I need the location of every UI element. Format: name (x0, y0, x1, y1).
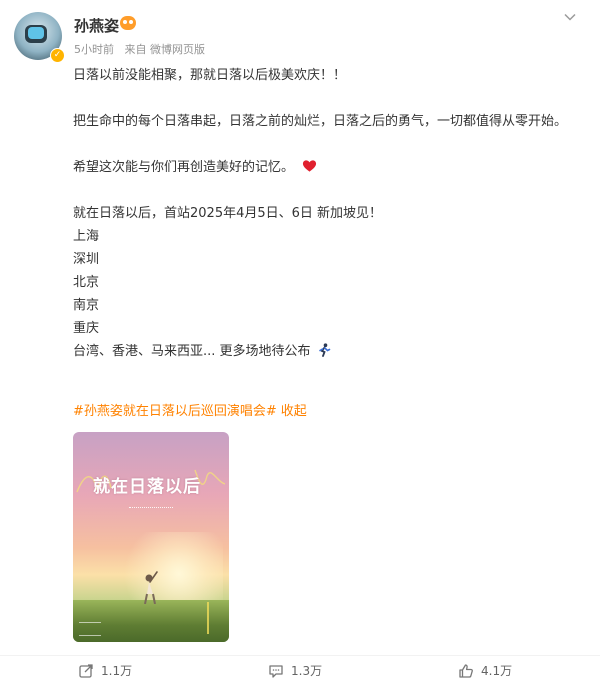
city-item: 上海 (73, 229, 100, 244)
comment-count: 1.3万 (291, 664, 323, 678)
like-count: 4.1万 (481, 664, 513, 678)
like-button[interactable]: 4.1万 (458, 662, 512, 679)
post-image[interactable]: 就在日落以后 (73, 432, 229, 642)
more-venues-text: 台湾、香港、马来西亚... 更多场地待公布 (73, 344, 311, 359)
member-badge-icon[interactable] (120, 16, 136, 30)
repost-icon (79, 663, 93, 678)
city-item: 重庆 (73, 321, 100, 336)
person-silhouette (144, 571, 158, 604)
poster-title: 就在日落以后 (93, 477, 201, 497)
post-paragraph: 就在日落以后，首站2025年4月5日、6日 新加坡见！ (73, 206, 383, 221)
post-paragraph-text: 希望这次能与你们再创造美好的记忆。 (73, 160, 295, 175)
verified-badge-icon: ✓ (50, 48, 65, 63)
collapse-link[interactable]: 收起 (281, 404, 307, 419)
username[interactable]: 孙燕姿 (74, 15, 119, 36)
city-item: 南京 (73, 298, 100, 313)
comment-button[interactable]: 1.3万 (268, 662, 322, 679)
heart-icon (302, 160, 317, 172)
topic-line: #孙燕姿就在日落以后巡回演唱会# 收起 (73, 400, 307, 419)
post-paragraph: 日落以前没能相聚，那就日落以后极美欢庆！！ (73, 68, 347, 83)
post-content: 日落以前没能相聚，那就日落以后极美欢庆！！ 把生命中的每个日落串起，日落之前的灿… (73, 64, 583, 363)
post-paragraph: 把生命中的每个日落串起，日落之前的灿烂，日落之后的勇气，一切都值得从零开始。 (73, 114, 568, 129)
topic-hashtag-link[interactable]: #孙燕姿就在日落以后巡回演唱会# (73, 404, 277, 419)
city-item: 深圳 (73, 252, 100, 267)
repost-button[interactable]: 1.1万 (78, 662, 132, 679)
post-paragraph: 希望这次能与你们再创造美好的记忆。 (73, 156, 583, 179)
repost-count: 1.1万 (101, 664, 133, 678)
post-meta: 5小时前 来自 微博网页版 (74, 41, 212, 57)
action-bar: 1.1万 1.3万 4.1万 (0, 655, 600, 684)
post-source: 来自 微博网页版 (124, 43, 206, 56)
city-item: 北京 (73, 275, 100, 290)
post-paragraph: 台湾、香港、马来西亚... 更多场地待公布 (73, 340, 583, 363)
comment-icon (269, 664, 283, 678)
weibo-post-card: ✓ 孙燕姿 5小时前 来自 微博网页版 日落以前没能相聚，那就日落以后极美欢庆！… (0, 0, 600, 686)
post-time[interactable]: 5小时前 (74, 43, 114, 56)
thumbs-up-icon (459, 663, 473, 678)
running-person-icon (318, 343, 330, 357)
chevron-down-icon[interactable] (563, 10, 577, 24)
